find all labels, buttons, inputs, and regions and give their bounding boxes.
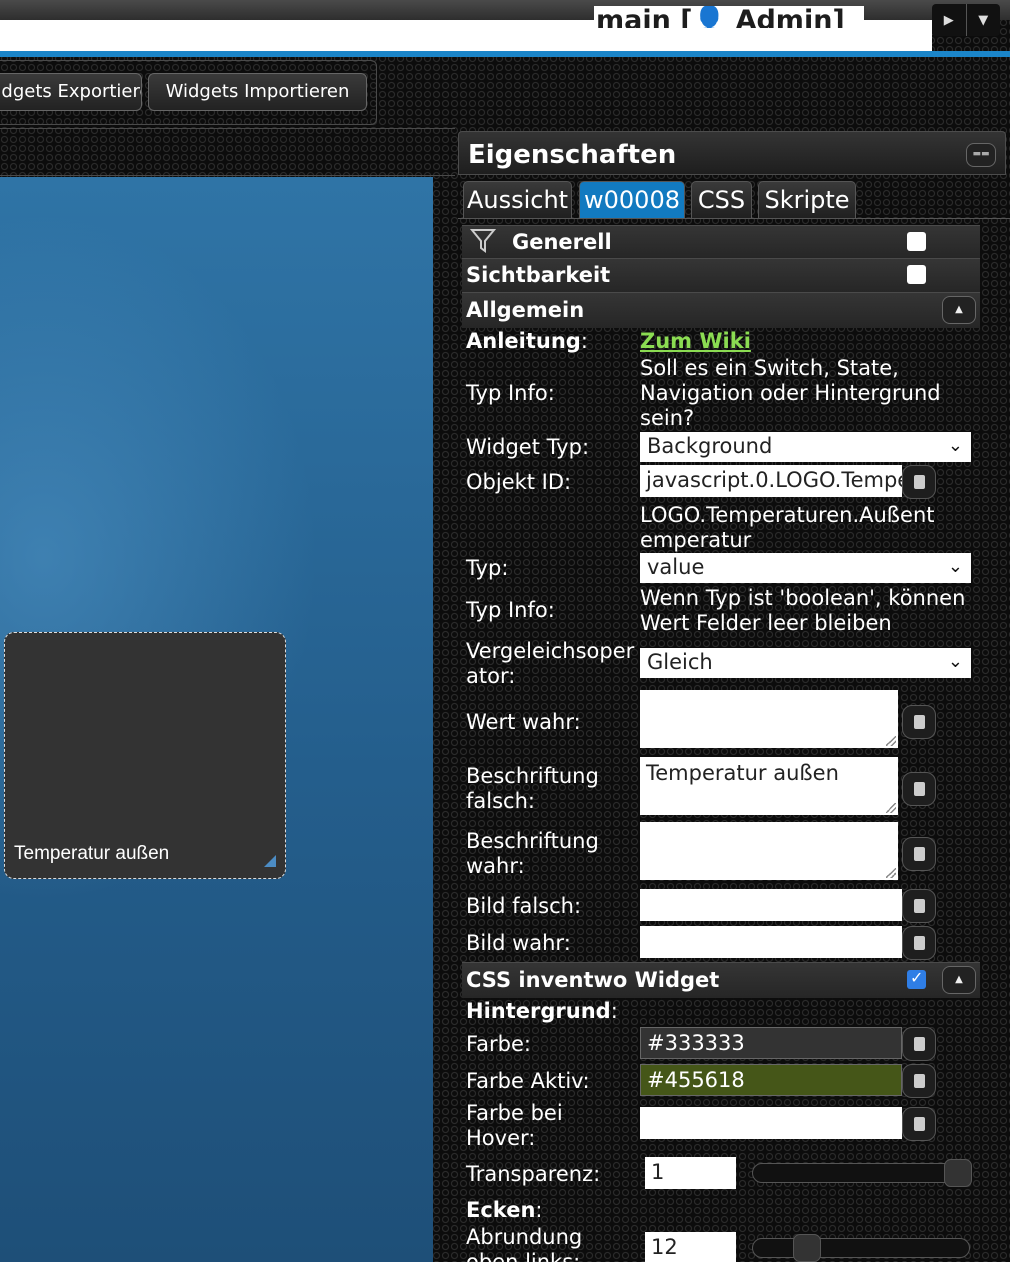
- beschr-falsch-label-line1: Beschriftung: [466, 764, 599, 788]
- section-sichtbarkeit[interactable]: Sichtbarkeit: [462, 258, 980, 292]
- typinfo1-value-line2: Navigation oder Hintergrund: [640, 381, 941, 405]
- abrundung-label-line2: oben links:: [466, 1250, 581, 1262]
- bild-falsch-label: Bild falsch:: [466, 894, 582, 918]
- filter-icon: [470, 229, 496, 253]
- color-picker-icon[interactable]: [902, 1107, 936, 1141]
- object-picker-icon[interactable]: [902, 705, 936, 739]
- tab-skripte[interactable]: Skripte: [758, 181, 856, 219]
- typ-label: Typ:: [466, 556, 509, 580]
- vergleich-label-line2: ator:: [466, 664, 516, 688]
- abrundung-slider[interactable]: [752, 1238, 970, 1258]
- section-css-label: CSS inventwo Widget: [466, 968, 720, 992]
- chevron-down-icon: ⌄: [947, 651, 963, 672]
- abrundung-slider-handle[interactable]: [792, 1234, 821, 1262]
- section-generell[interactable]: Generell: [462, 225, 980, 259]
- farbe-hover-label-line2: Hover:: [466, 1126, 536, 1150]
- farbe-hover-input[interactable]: [640, 1107, 902, 1139]
- typ-select[interactable]: value ⌄: [640, 553, 971, 583]
- section-css[interactable]: CSS inventwo Widget: [462, 962, 980, 998]
- beschr-falsch-label-line2: falsch:: [466, 789, 535, 813]
- generell-checkbox[interactable]: [907, 232, 926, 251]
- typinfo1-value-line3: sein?: [640, 406, 695, 430]
- section-sichtbarkeit-label: Sichtbarkeit: [466, 263, 611, 287]
- typinfo1-value-line1: Soll es ein Switch, State,: [640, 356, 899, 380]
- object-picker-icon[interactable]: [902, 837, 936, 871]
- vergleich-select[interactable]: Gleich ⌄: [640, 648, 971, 678]
- section-allgemein-label: Allgemein: [466, 298, 585, 322]
- divider: [0, 128, 455, 129]
- objekt-id-input[interactable]: javascript.0.LOGO.Temperaturen.Außentemp…: [640, 465, 902, 497]
- object-picker-icon[interactable]: [902, 772, 936, 806]
- objekt-name-line1: LOGO.Temperaturen.Außent: [640, 503, 935, 527]
- farbe-aktiv-input[interactable]: #455618: [640, 1064, 902, 1096]
- typ-value: value: [647, 555, 705, 579]
- typinfo2-value-line1: Wenn Typ ist 'boolean', können: [640, 586, 966, 610]
- color-picker-icon[interactable]: [902, 1027, 936, 1061]
- tab-w00008[interactable]: w00008: [579, 181, 685, 219]
- collapse-allgemein-icon[interactable]: ▲: [942, 296, 976, 324]
- resize-handle[interactable]: [264, 855, 276, 867]
- sichtbarkeit-checkbox[interactable]: [907, 265, 926, 284]
- abrundung-input[interactable]: 12: [645, 1232, 736, 1262]
- typinfo2-value-line2: Wert Felder leer bleiben: [640, 611, 892, 635]
- widget-typ-label: Widget Typ:: [466, 435, 590, 459]
- window-controls: ▶ ▼: [932, 4, 1000, 36]
- anleitung-label: Anleitung:: [466, 329, 588, 353]
- objekt-name-line2: emperatur: [640, 528, 752, 552]
- import-widgets-button[interactable]: Widgets Importieren: [148, 73, 367, 111]
- farbe-label: Farbe:: [466, 1032, 531, 1056]
- transparenz-label: Transparenz:: [466, 1162, 601, 1186]
- transparenz-input[interactable]: 1: [645, 1157, 736, 1189]
- farbe-aktiv-label: Farbe Aktiv:: [466, 1069, 590, 1093]
- widget-label: Temperatur außen: [14, 843, 170, 864]
- tab-css[interactable]: CSS: [691, 181, 752, 219]
- farbe-hover-label-line1: Farbe bei: [466, 1101, 563, 1125]
- vergleich-value: Gleich: [647, 650, 713, 674]
- beschr-falsch-textarea[interactable]: Temperatur außen: [640, 757, 898, 815]
- properties-title: Eigenschaften: [468, 140, 677, 170]
- vergleich-label-line1: Vergeleichsoper: [466, 639, 635, 663]
- beschr-wahr-label-line1: Beschriftung: [466, 829, 599, 853]
- beschr-wahr-label-line2: wahr:: [466, 854, 525, 878]
- css-checkbox[interactable]: [907, 968, 926, 989]
- section-allgemein[interactable]: Allgemein: [462, 292, 980, 328]
- bild-falsch-input[interactable]: [640, 889, 902, 921]
- objekt-id-label: Objekt ID:: [466, 470, 572, 494]
- object-picker-icon[interactable]: [902, 465, 936, 499]
- wert-wahr-label: Wert wahr:: [466, 710, 581, 734]
- widget-typ-select[interactable]: Background ⌄: [640, 432, 971, 462]
- bild-wahr-label: Bild wahr:: [466, 931, 571, 955]
- hintergrund-label: Hintergrund:: [466, 999, 618, 1023]
- section-generell-label: Generell: [512, 230, 612, 254]
- color-picker-icon[interactable]: [902, 1064, 936, 1098]
- chevron-down-icon: ⌄: [947, 556, 963, 577]
- wiki-link[interactable]: Zum Wiki: [640, 329, 751, 354]
- transparenz-slider-handle[interactable]: [944, 1159, 972, 1187]
- beschr-wahr-textarea[interactable]: [640, 822, 898, 880]
- bild-wahr-input[interactable]: [640, 926, 902, 958]
- wert-wahr-textarea[interactable]: [640, 690, 898, 748]
- ecken-label: Ecken:: [466, 1198, 543, 1222]
- typinfo1-label: Typ Info:: [466, 381, 555, 405]
- chevron-down-icon: ⌄: [947, 435, 963, 456]
- play-icon[interactable]: ▶: [932, 4, 966, 36]
- image-picker-icon[interactable]: [902, 926, 936, 960]
- accent-bar: [0, 51, 1010, 57]
- image-picker-icon[interactable]: [902, 889, 936, 923]
- selected-widget[interactable]: [4, 632, 286, 879]
- export-widgets-button[interactable]: Widgets Exportieren: [0, 73, 142, 111]
- view-tab[interactable]: main [👤 Admin]: [594, 6, 864, 28]
- tab-aussicht[interactable]: Aussicht: [463, 181, 572, 219]
- divider: [0, 175, 455, 176]
- typinfo2-label: Typ Info:: [466, 598, 555, 622]
- abrundung-label-line1: Abrundung: [466, 1225, 583, 1249]
- farbe-input[interactable]: #333333: [640, 1027, 902, 1059]
- tab-divider: [458, 218, 1010, 219]
- widget-typ-value: Background: [647, 434, 773, 458]
- chevron-down-icon[interactable]: ▼: [965, 4, 1001, 36]
- collapse-css-icon[interactable]: ▲: [942, 966, 976, 994]
- panel-menu-icon[interactable]: ▬▬: [966, 143, 996, 167]
- transparenz-slider[interactable]: [752, 1163, 970, 1183]
